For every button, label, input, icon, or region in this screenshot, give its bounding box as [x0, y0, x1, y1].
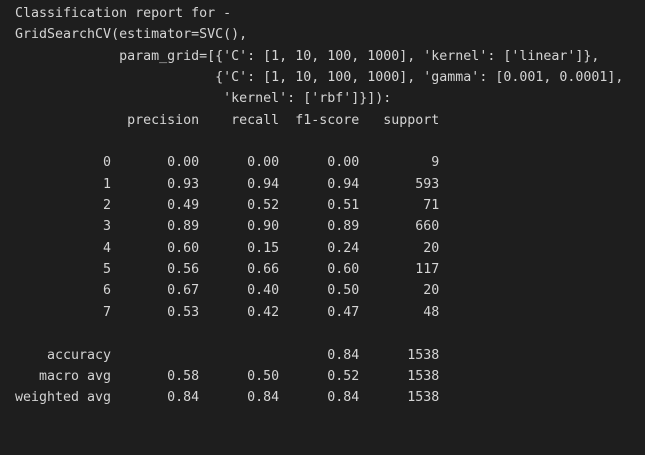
report-row-class-5: 5 0.56 0.66 0.60 117 — [15, 262, 440, 278]
report-row-class-0: 0 0.00 0.00 0.00 9 — [15, 155, 440, 171]
report-header-line-2: GridSearchCV(estimator=SVC(), — [15, 27, 248, 43]
report-row-class-2: 2 0.49 0.52 0.51 71 — [15, 198, 440, 214]
report-row-class-4: 4 0.60 0.15 0.24 20 — [15, 240, 440, 256]
report-header-line-5: 'kernel': ['rbf']}]): — [15, 91, 392, 107]
report-row-class-6: 6 0.67 0.40 0.50 20 — [15, 283, 440, 299]
report-column-header: precision recall f1-score support — [15, 112, 440, 128]
report-row-macro-avg: macro avg 0.58 0.50 0.52 1538 — [15, 368, 440, 384]
report-row-weighted-avg: weighted avg 0.84 0.84 0.84 1538 — [15, 390, 440, 406]
report-row-class-7: 7 0.53 0.42 0.47 48 — [15, 304, 440, 320]
report-row-class-3: 3 0.89 0.90 0.89 660 — [15, 219, 440, 235]
report-header-line-1: Classification report for - — [15, 6, 232, 21]
notebook-output-cell: Classification report for - GridSearchCV… — [0, 0, 645, 455]
report-row-class-1: 1 0.93 0.94 0.94 593 — [15, 176, 440, 192]
report-header-line-4: {'C': [1, 10, 100, 1000], 'gamma': [0.00… — [15, 70, 624, 86]
classification-report-text: Classification report for - GridSearchCV… — [15, 3, 623, 409]
report-row-accuracy: accuracy 0.84 1538 — [15, 347, 440, 363]
report-header-line-3: param_grid=[{'C': [1, 10, 100, 1000], 'k… — [15, 48, 600, 64]
